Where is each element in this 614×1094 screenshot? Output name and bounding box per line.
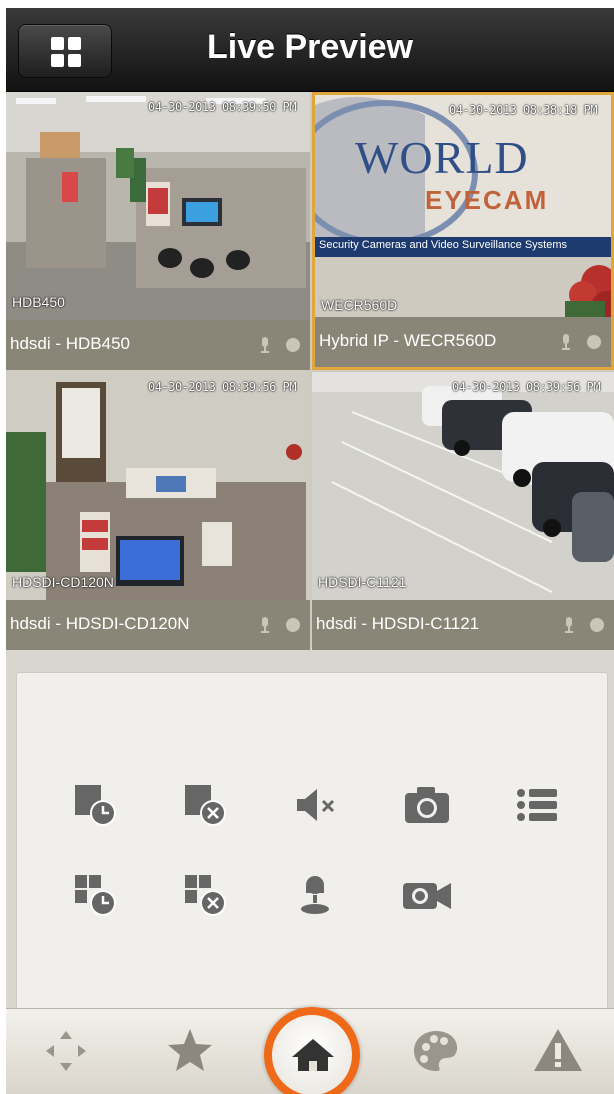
camera-tile-3[interactable]: 04-30-2013 08:39:56 PM HDSDI-CD120N hdsd… [6,372,310,650]
record-all-schedule-icon[interactable] [67,867,123,923]
signage-eyecam-text: EYECAM [425,185,549,215]
camera-grid: 04-30-2013 08:39:50 PM HDB450 hdsdi - HD… [6,92,614,650]
app-screen: Live Preview 04-30-2013 08:39:50 PM HDB4… [6,8,614,1094]
palette-icon[interactable] [406,1021,466,1081]
camera-caption-bar-3: hdsdi - HDSDI-CD120N [6,600,310,650]
camera-name-1: hdsdi - HDB450 [10,334,131,353]
camera-caption-bar-2: Hybrid IP - WECR560D [315,317,611,367]
video-record-icon[interactable] [399,867,455,923]
camera-caption-bar-4: hdsdi - HDSDI-C1121 [312,600,614,650]
audio-icon[interactable] [258,336,272,354]
osd-label-4: HDSDI-C1121 [318,574,407,590]
ptz-icon[interactable] [36,1021,96,1081]
camera-tile-2[interactable]: WORLD EYECAM Security Cameras and Video … [312,92,614,370]
camera-caption-bar-1: hdsdi - HDB450 [6,320,310,370]
stop-record-icon[interactable] [177,777,233,833]
record-status-icon [587,335,601,349]
bottom-tab-bar [6,1007,614,1094]
signage-world-text: WORLD [355,132,529,183]
office-scene-image [6,92,310,320]
audio-icon[interactable] [559,333,573,351]
parking-lot-scene-image [312,372,614,600]
timestamp-3: 04-30-2013 08:39:56 PM [148,380,296,394]
camera-name-3: hdsdi - HDSDI-CD120N [10,614,190,633]
talk-icon[interactable] [287,867,343,923]
camera-feed-2[interactable]: WORLD EYECAM Security Cameras and Video … [315,95,611,323]
audio-icon[interactable] [562,616,576,634]
list-icon[interactable] [509,777,565,833]
mute-icon[interactable] [287,777,343,833]
snapshot-icon[interactable] [399,777,455,833]
timestamp-1: 04-30-2013 08:39:50 PM [148,100,296,114]
camera-tile-1[interactable]: 04-30-2013 08:39:50 PM HDB450 hdsdi - HD… [6,92,310,370]
alarm-icon[interactable] [528,1021,588,1081]
signage-tagline-text: Security Cameras and Video Surveillance … [319,239,568,251]
top-nav-bar: Live Preview [6,8,614,92]
osd-label-1: HDB450 [12,294,65,310]
record-status-icon [286,618,300,632]
audio-icon[interactable] [258,616,272,634]
camera-name-4: hdsdi - HDSDI-C1121 [316,614,480,633]
favorites-icon[interactable] [160,1021,220,1081]
control-panel [16,672,608,1012]
camera-feed-4[interactable]: 04-30-2013 08:39:56 PM HDSDI-C1121 [312,372,614,600]
record-status-icon [590,618,604,632]
osd-label-3: HDSDI-CD120N [12,574,114,590]
camera-name-2: Hybrid IP - WECR560D [319,331,497,350]
camera-feed-1[interactable]: 04-30-2013 08:39:50 PM HDB450 [6,92,310,320]
timestamp-4: 04-30-2013 08:39:56 PM [452,380,600,394]
camera-tile-4[interactable]: 04-30-2013 08:39:56 PM HDSDI-C1121 hdsdi… [312,372,614,650]
stop-all-record-icon[interactable] [177,867,233,923]
home-tab-button[interactable] [264,1007,360,1094]
record-status-icon [286,338,300,352]
camera-feed-3[interactable]: 04-30-2013 08:39:56 PM HDSDI-CD120N [6,372,310,600]
page-title: Live Preview [206,28,413,66]
home-icon [292,1039,334,1071]
osd-label-2: WECR560D [321,297,398,313]
cubicle-scene-image [6,372,310,600]
timestamp-2: 04-30-2013 08:38:18 PM [449,103,597,117]
record-schedule-icon[interactable] [67,777,123,833]
